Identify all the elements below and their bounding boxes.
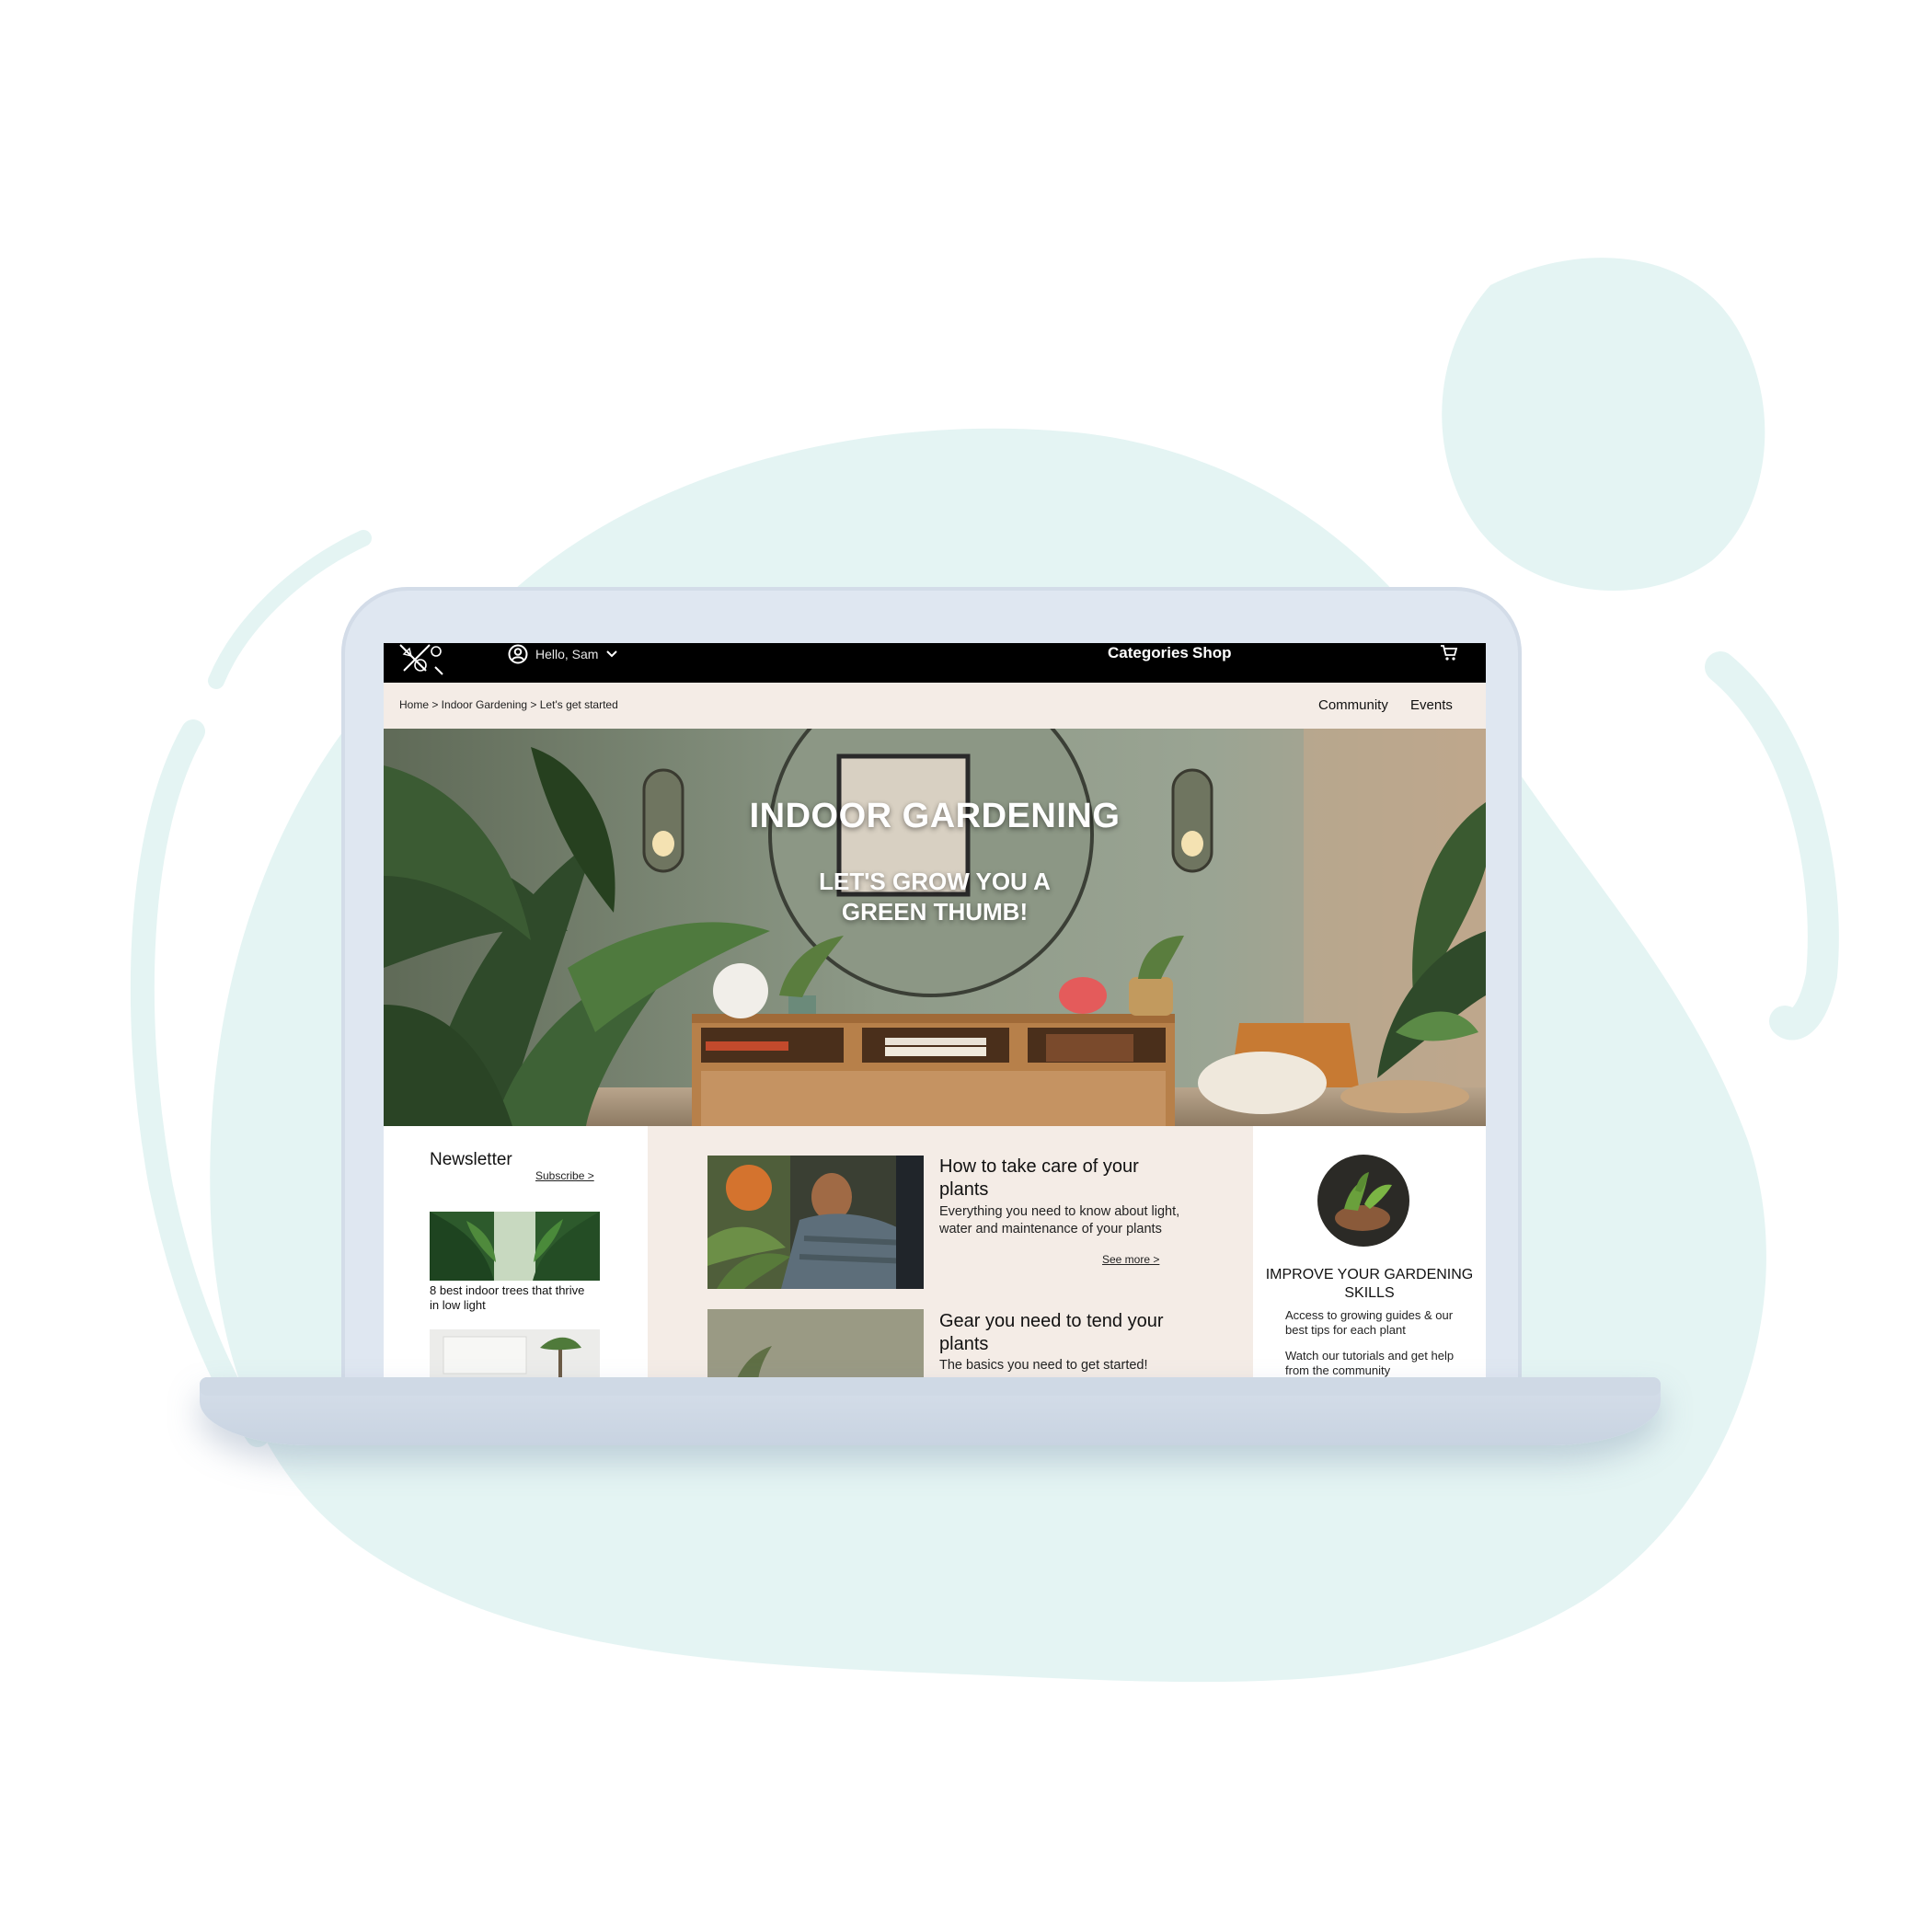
breadcrumb-bar: Home > Indoor Gardening > Let's get star… [384,683,1486,729]
article-desc-plant-care: Everything you need to know about light,… [939,1204,1180,1236]
chevron-down-icon [606,650,618,658]
user-menu[interactable]: Hello, Sam [508,643,618,665]
newsletter-item-image[interactable] [430,1212,600,1281]
indoor-trees-image [430,1212,600,1281]
skills-title: IMPROVE YOUR GARDENING SKILLS [1265,1267,1474,1301]
skills-point-guides: Access to growing guides & our best tips… [1285,1308,1454,1337]
nav-link-shop[interactable]: Shop [1192,643,1232,663]
newsletter-title: Newsletter [430,1150,512,1169]
breadcrumb[interactable]: Home > Indoor Gardening > Let's get star… [399,698,618,711]
man-with-plant-image [707,1156,924,1289]
laptop-screen: Hello, Sam Categories Shop Home > Indoor… [384,643,1486,1377]
right-stroke [1705,651,1839,1041]
cart-icon[interactable] [1439,643,1459,663]
garden-tools-logo-icon[interactable] [398,643,446,676]
hero-subtitle: LET'S GROW YOU A GREEN THUMB! [819,868,1051,926]
subscribe-link[interactable]: Subscribe > [535,1169,594,1182]
top-nav: Hello, Sam Categories Shop [384,643,1486,683]
hero-title: INDOOR GARDENING [749,797,1121,835]
user-circle-icon [508,644,528,664]
skills-point-tutorials: Watch our tutorials and get help from th… [1285,1349,1455,1377]
newsletter-item-caption[interactable]: 8 best indoor trees that thrive in low l… [430,1283,586,1313]
nav-link-categories[interactable]: Categories [1108,643,1189,663]
top-right-blob [1442,258,1765,592]
link-community[interactable]: Community [1318,697,1388,713]
link-events[interactable]: Events [1410,697,1453,713]
laptop-base [200,1377,1661,1445]
hero-image [384,729,1486,1126]
bathroom-plant-image [430,1329,600,1377]
newsletter-column: Newsletter Subscribe > 8 best indoor tre… [384,1126,648,1377]
article-image-plant-care[interactable] [707,1156,924,1289]
article-desc-gear: The basics you need to get started! [939,1358,1148,1373]
newsletter-item-image-2[interactable] [430,1329,600,1377]
article-title-plant-care[interactable]: How to take care of your plants [939,1156,1160,1202]
hero-banner: INDOOR GARDENING LET'S GROW YOU A GREEN … [384,729,1486,1126]
articles-column: How to take care of your plants Everythi… [648,1126,1253,1377]
hands-with-seedling-avatar [1317,1155,1409,1247]
article-image-gear[interactable] [707,1309,924,1377]
see-more-link[interactable]: See more > [1102,1253,1159,1266]
user-greeting: Hello, Sam [535,647,599,661]
gear-image [707,1309,924,1377]
article-title-gear[interactable]: Gear you need to tend your plants [939,1310,1188,1356]
skills-column: IMPROVE YOUR GARDENING SKILLS Access to … [1253,1126,1486,1377]
